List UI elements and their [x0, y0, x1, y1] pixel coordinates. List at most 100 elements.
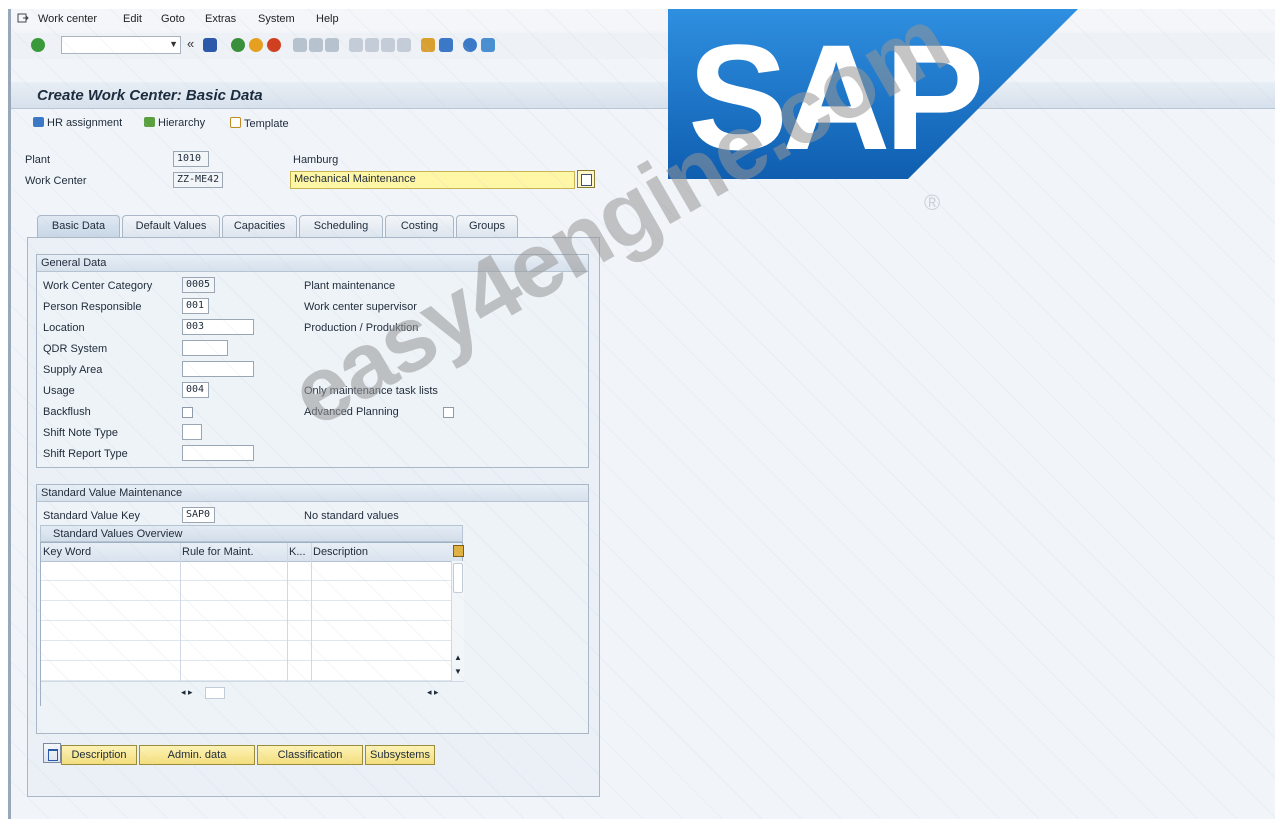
table-row[interactable]	[41, 641, 451, 661]
hierarchy-button[interactable]: Hierarchy	[144, 117, 205, 129]
template-button[interactable]: Template	[230, 117, 289, 130]
location-label: Location	[43, 322, 85, 334]
work-center-label: Work Center	[25, 175, 87, 187]
standard-value-key-text: No standard values	[304, 510, 399, 522]
scroll-down-icon[interactable]: ▼	[454, 667, 462, 676]
backflush-label: Backflush	[43, 406, 91, 418]
supply-area-field[interactable]	[182, 361, 254, 377]
last-page-icon[interactable]	[397, 38, 411, 52]
menu-work-center[interactable]: Work center	[38, 13, 97, 25]
menu-edit[interactable]: Edit	[123, 13, 142, 25]
menu-bar: Work center Edit Goto Extras System Help	[11, 9, 1275, 31]
template-label: Template	[244, 118, 289, 130]
double-chevron-left-icon[interactable]: «	[187, 36, 201, 51]
save-icon[interactable]	[203, 38, 217, 52]
table-horizontal-scroll-area: ◂ ▸ ◂ ▸	[41, 681, 464, 706]
back-icon[interactable]	[231, 38, 245, 52]
tab-default-values[interactable]: Default Values	[122, 215, 220, 237]
next-page-icon[interactable]	[381, 38, 395, 52]
table-row[interactable]	[41, 561, 451, 581]
standard-toolbar: ▼ «	[11, 33, 1275, 59]
page-title: Create Work Center: Basic Data	[37, 87, 263, 104]
tab-capacities[interactable]: Capacities	[222, 215, 297, 237]
layout-menu-icon[interactable]	[481, 38, 495, 52]
standard-value-maintenance-title: Standard Value Maintenance	[37, 485, 588, 502]
work-center-category-text: Plant maintenance	[304, 280, 396, 292]
admin-data-button[interactable]: Admin. data	[139, 745, 255, 765]
previous-page-icon[interactable]	[365, 38, 379, 52]
standard-value-key-label: Standard Value Key	[43, 510, 141, 522]
cancel-icon[interactable]	[267, 38, 281, 52]
standard-values-overview-header: Standard Values Overview	[40, 525, 463, 542]
standard-value-key-field[interactable]: SAP0	[182, 507, 215, 523]
plant-field[interactable]: 1010	[173, 151, 209, 167]
subsystems-button[interactable]: Subsystems	[365, 745, 435, 765]
trash-icon[interactable]	[43, 743, 61, 763]
advanced-planning-checkbox[interactable]	[443, 407, 454, 418]
print-icon[interactable]	[293, 38, 307, 52]
scroll-left-right-icon[interactable]: ◂ ▸	[181, 687, 193, 698]
shift-report-type-field[interactable]	[182, 445, 254, 461]
description-button[interactable]: Description	[61, 745, 137, 765]
usage-field[interactable]: 004	[182, 382, 209, 398]
supply-area-label: Supply Area	[43, 364, 103, 376]
work-center-field[interactable]: ZZ-ME42	[173, 172, 223, 188]
classification-button[interactable]: Classification	[257, 745, 363, 765]
column-description[interactable]: Description	[313, 546, 368, 558]
work-center-category-field[interactable]: 0005	[182, 277, 215, 293]
enter-icon[interactable]	[31, 38, 45, 52]
exit-menu-icon[interactable]	[17, 12, 29, 27]
tab-basic-data[interactable]: Basic Data	[37, 215, 120, 237]
location-field[interactable]: 003	[182, 319, 254, 335]
table-row[interactable]	[41, 621, 451, 641]
template-icon	[230, 117, 241, 128]
column-rule-for-maint[interactable]: Rule for Maint.	[182, 546, 254, 558]
menu-help[interactable]: Help	[316, 13, 339, 25]
registered-mark: ®	[924, 190, 941, 215]
table-row[interactable]	[41, 581, 451, 601]
exit-icon[interactable]	[249, 38, 263, 52]
tab-costing[interactable]: Costing	[385, 215, 454, 237]
menu-goto[interactable]: Goto	[161, 13, 185, 25]
tab-scheduling[interactable]: Scheduling	[299, 215, 383, 237]
column-divider	[180, 543, 181, 681]
plant-label: Plant	[25, 154, 51, 166]
shift-report-type-label: Shift Report Type	[43, 448, 128, 460]
table-row[interactable]	[41, 601, 451, 621]
table-vertical-scrollbar[interactable]: ▲ ▼	[451, 561, 464, 681]
scroll-thumb[interactable]	[453, 563, 463, 593]
table-row[interactable]	[41, 661, 451, 681]
shortcut-icon[interactable]	[439, 38, 453, 52]
qdr-system-field[interactable]	[182, 340, 228, 356]
hr-assignment-label: HR assignment	[47, 117, 123, 129]
backflush-checkbox[interactable]	[182, 407, 193, 418]
chevron-down-icon[interactable]: ▼	[169, 39, 178, 49]
scroll-up-icon[interactable]: ▲	[454, 653, 462, 662]
find-icon[interactable]	[309, 38, 323, 52]
new-session-icon[interactable]	[421, 38, 435, 52]
person-responsible-label: Person Responsible	[43, 301, 142, 313]
menu-system[interactable]: System	[258, 13, 295, 25]
horizontal-scroll-thumb[interactable]	[205, 687, 225, 699]
column-k[interactable]: K...	[289, 546, 306, 558]
help-icon[interactable]	[463, 38, 477, 52]
shift-note-type-field[interactable]	[182, 424, 202, 440]
work-center-description-field[interactable]: Mechanical Maintenance	[290, 171, 575, 189]
standard-value-maintenance-group: Standard Value Maintenance Standard Valu…	[36, 484, 589, 734]
find-next-icon[interactable]	[325, 38, 339, 52]
sap-window: Work center Edit Goto Extras System Help…	[8, 9, 1275, 819]
command-field[interactable]: ▼	[61, 36, 181, 54]
scroll-left-right-icon[interactable]: ◂ ▸	[427, 687, 439, 698]
column-key-word[interactable]: Key Word	[43, 546, 91, 558]
hr-assignment-button[interactable]: HR assignment	[33, 117, 122, 129]
menu-extras[interactable]: Extras	[205, 13, 236, 25]
first-page-icon[interactable]	[349, 38, 363, 52]
link-icon	[33, 117, 44, 127]
hierarchy-label: Hierarchy	[158, 117, 206, 129]
column-divider	[311, 543, 312, 681]
table-header: Key Word Rule for Maint. K... Descriptio…	[41, 543, 464, 562]
person-responsible-field[interactable]: 001	[182, 298, 209, 314]
column-divider	[287, 543, 288, 681]
table-settings-icon[interactable]	[453, 545, 464, 557]
plant-name: Hamburg	[293, 154, 339, 166]
